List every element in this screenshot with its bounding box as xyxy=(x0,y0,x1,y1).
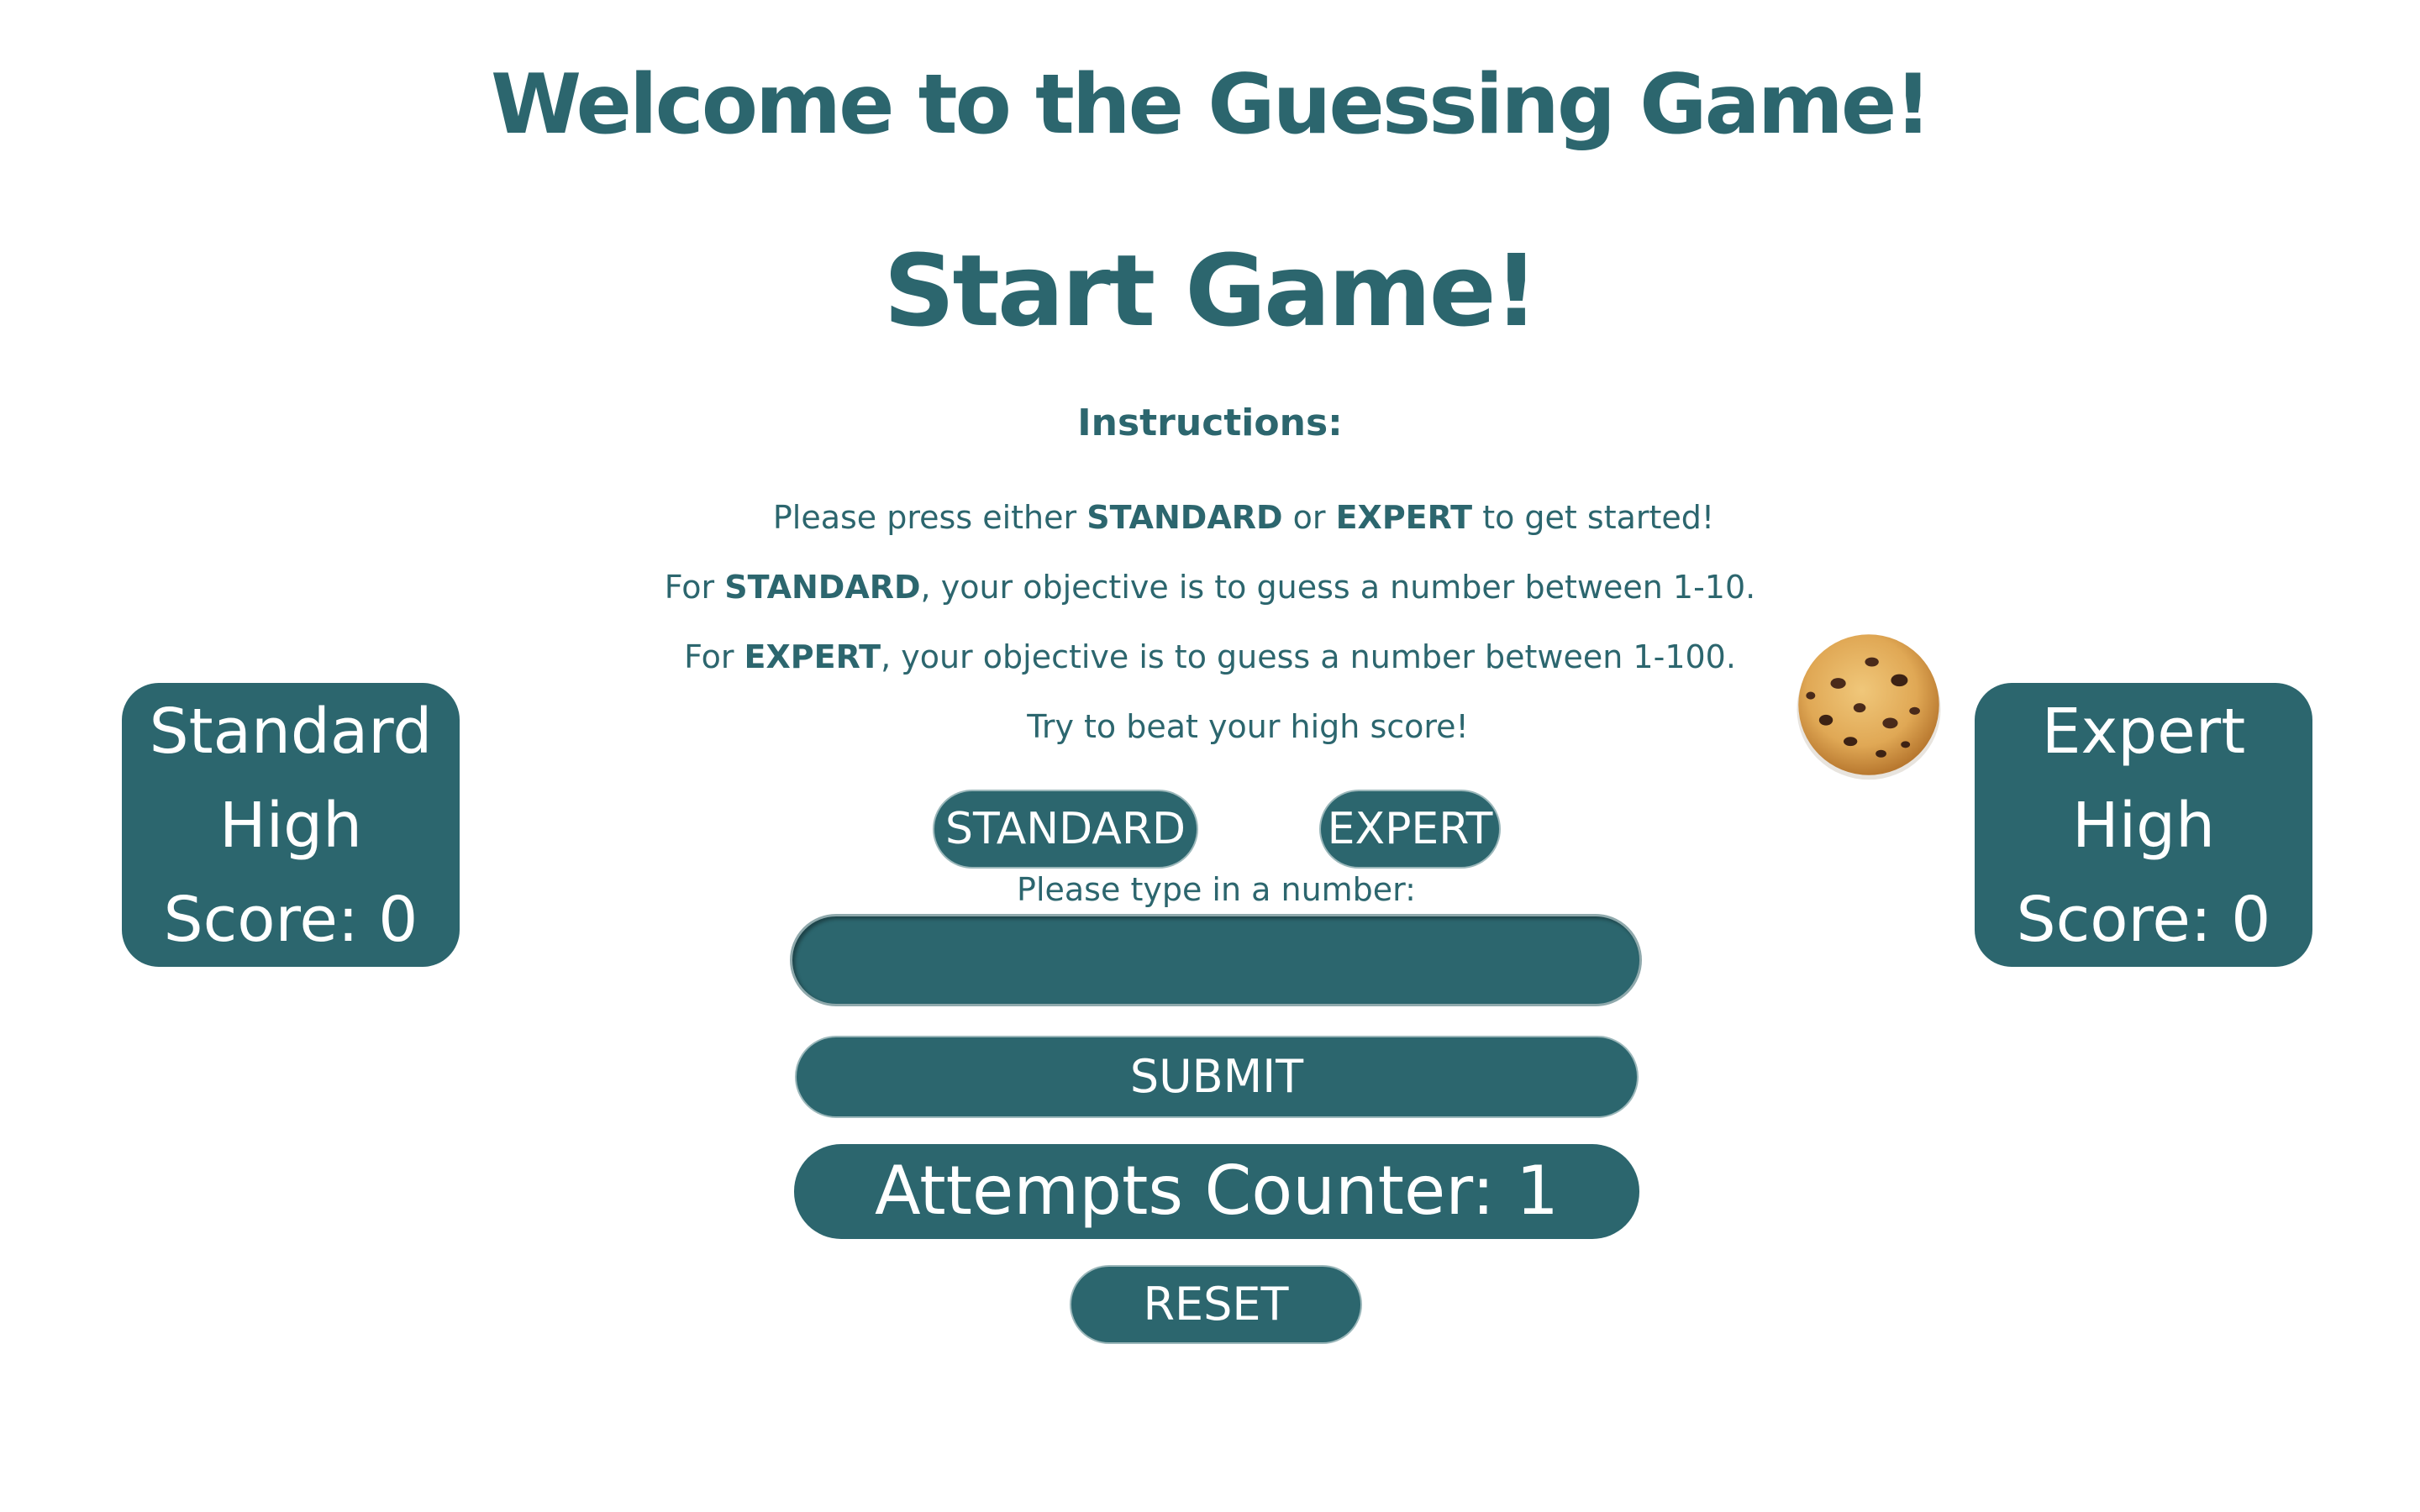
instruction-text: , your objective is to guess a number be… xyxy=(881,638,1736,675)
instruction-line-1: Please press either STANDARD or EXPERT t… xyxy=(0,499,2420,536)
attempts-counter: Attempts Counter: 1 xyxy=(794,1144,1639,1239)
standard-mode-button[interactable]: STANDARD xyxy=(933,790,1198,869)
instruction-text: For xyxy=(664,569,725,606)
instruction-expert-keyword: EXPERT xyxy=(744,638,881,675)
instructions-title: Instructions: xyxy=(1077,402,1343,444)
start-game-heading: Start Game! xyxy=(883,233,1539,349)
submit-button[interactable]: SUBMIT xyxy=(795,1036,1639,1118)
instruction-text: For xyxy=(684,638,744,675)
expert-score-label: High xyxy=(2071,790,2216,862)
standard-score-label: Standard xyxy=(149,696,433,768)
cookie-icon xyxy=(1797,634,1941,780)
instruction-text: , your objective is to guess a number be… xyxy=(920,569,1756,606)
number-input-prompt: Please type in a number: xyxy=(1017,871,1416,908)
welcome-heading: Welcome to the Guessing Game! xyxy=(490,57,1932,153)
reset-game-button[interactable]: RESET GAME xyxy=(1070,1265,1362,1404)
expert-score-label: Expert xyxy=(2041,696,2246,768)
instruction-line-3: For EXPERT, your objective is to guess a… xyxy=(0,638,2420,675)
guess-number-input[interactable] xyxy=(790,914,1642,1006)
instruction-standard-keyword: STANDARD xyxy=(1086,499,1283,536)
instruction-text: Please press either xyxy=(772,499,1087,536)
standard-score-label: High xyxy=(218,790,363,862)
instruction-line-2: For STANDARD, your objective is to guess… xyxy=(0,569,2420,606)
standard-high-score-box: Standard High Score: 0 xyxy=(122,683,460,967)
instruction-text: to get started! xyxy=(1472,499,1715,536)
instruction-text: or xyxy=(1282,499,1336,536)
expert-high-score-box: Expert High Score: 0 xyxy=(1975,683,2312,967)
instruction-standard-keyword: STANDARD xyxy=(724,569,921,606)
instruction-expert-keyword: EXPERT xyxy=(1335,499,1473,536)
expert-mode-button[interactable]: EXPERT xyxy=(1319,790,1501,869)
